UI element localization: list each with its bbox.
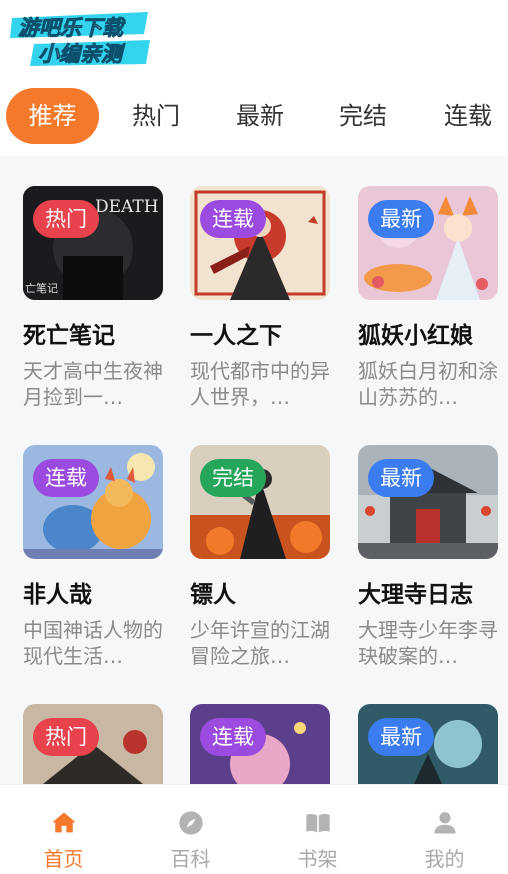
status-badge: 热门 [33,718,99,756]
status-badge: 最新 [368,718,434,756]
nav-bookshelf[interactable]: 书架 [254,785,381,874]
status-badge: 连载 [200,718,266,756]
comic-card[interactable]: 最新 大理寺日志 大理寺少年李寻玦破案的… [358,445,498,669]
tab-recommend[interactable]: 推荐 [6,88,99,144]
nav-profile[interactable]: 我的 [381,785,508,874]
comic-description: 少年许宣的江湖冒险之旅… [190,618,330,668]
comic-description: 大理寺少年李寻玦破案的… [358,618,498,668]
nav-home[interactable]: 首页 [0,785,127,874]
nav-label: 我的 [424,847,465,871]
comic-title: 一人之下 [190,323,282,349]
status-badge: 连载 [33,459,99,497]
comic-card[interactable]: 连载 [190,704,330,784]
comic-title: 非人哉 [23,582,92,608]
comic-description: 天才高中生夜神月捡到一… [23,359,163,409]
status-badge: 连载 [200,200,266,238]
app-logo: 游吧乐下载 小编亲测 [8,4,158,76]
svg-text:DEATH NOTE: DEATH NOTE [95,197,163,217]
comic-card[interactable]: 最新 [358,704,498,784]
comic-description: 现代都市中的异人世界，… [190,359,330,409]
nav-label: 书架 [297,847,338,871]
status-badge: 完结 [200,459,266,497]
comic-cover: 最新 [358,445,498,559]
comic-cover: DEATH NOTE 亡笔记 热门 [23,186,163,300]
bottom-navigation: 首页 百科 书架 我的 [0,784,508,874]
nav-label: 百科 [170,847,211,871]
comic-card[interactable]: DEATH NOTE 亡笔记 热门 死亡笔记 天才高中生夜神月捡到一… [23,186,163,410]
nav-encyclopedia[interactable]: 百科 [127,785,254,874]
tab-serializing[interactable]: 连载 [428,88,508,144]
logo-line1: 游吧乐下载 [18,16,126,40]
logo-line2: 小编亲测 [38,42,126,66]
compass-icon [178,811,203,835]
logo-graphic: 游吧乐下载 小编亲测 [10,12,150,66]
tab-newest[interactable]: 最新 [220,88,300,144]
user-icon [434,812,455,834]
comic-title: 狐妖小红娘 [358,323,473,349]
comic-title: 大理寺日志 [358,582,473,608]
tab-hot[interactable]: 热门 [116,88,196,144]
comic-card[interactable]: 连载 非人哉 中国神话人物的现代生活… [23,445,163,669]
comic-description: 狐妖白月初和涂山苏苏的… [358,359,498,409]
comic-cover: 热门 [23,704,163,784]
comic-cover: 连载 [190,704,330,784]
tab-finished[interactable]: 完结 [323,88,403,144]
comic-card[interactable]: 完结 镖人 少年许宣的江湖冒险之旅… [190,445,330,669]
comic-grid: DEATH NOTE 亡笔记 热门 死亡笔记 天才高中生夜神月捡到一… 连载 一… [0,156,508,784]
comic-cover: 完结 [190,445,330,559]
category-tabs: 推荐 热门 最新 完结 连载 [0,86,508,148]
status-badge: 热门 [33,200,99,238]
status-badge: 最新 [368,459,434,497]
comic-title: 镖人 [190,582,236,608]
comic-cover: 最新 [358,186,498,300]
comic-title: 死亡笔记 [23,323,115,349]
home-icon [51,812,76,833]
svg-text:亡笔记: 亡笔记 [25,281,58,295]
comic-cover: 最新 [358,704,498,784]
comic-card[interactable]: 热门 [23,704,163,784]
book-icon [305,814,330,833]
comic-description: 中国神话人物的现代生活… [23,618,163,668]
status-badge: 最新 [368,200,434,238]
nav-label: 首页 [43,847,84,871]
comic-card[interactable]: 最新 狐妖小红娘 狐妖白月初和涂山苏苏的… [358,186,498,410]
comic-cover: 连载 [23,445,163,559]
comic-card[interactable]: 连载 一人之下 现代都市中的异人世界，… [190,186,330,410]
comic-cover: 连载 [190,186,330,300]
